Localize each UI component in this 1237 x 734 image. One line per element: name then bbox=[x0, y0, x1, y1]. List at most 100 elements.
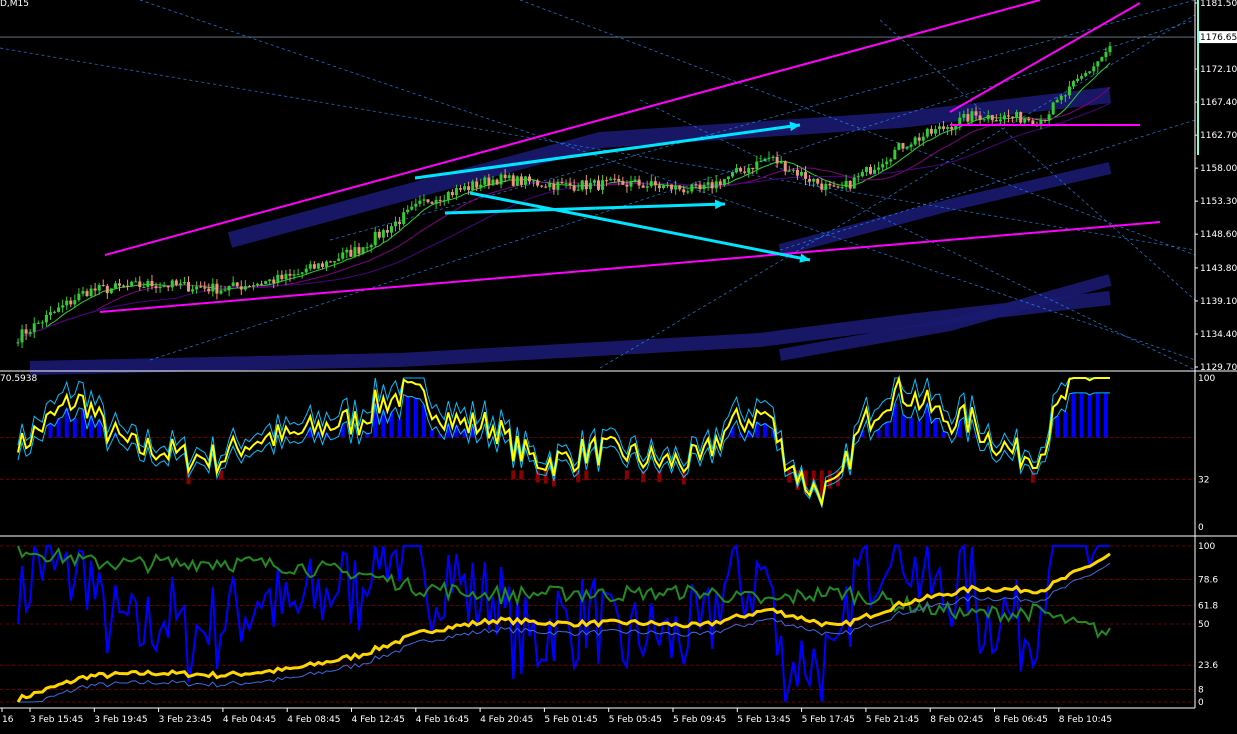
candle-body bbox=[280, 274, 284, 280]
candle-body bbox=[458, 188, 462, 190]
candle-body bbox=[268, 279, 272, 282]
candle-body bbox=[495, 179, 499, 185]
osc-hist-bar bbox=[1087, 394, 1092, 438]
candle-body bbox=[65, 300, 69, 306]
candle-body bbox=[450, 192, 454, 196]
candle-body bbox=[272, 279, 276, 284]
price-axis-label: 1158.00 bbox=[1200, 164, 1237, 174]
osc-hist-bar bbox=[48, 423, 53, 438]
candle-body bbox=[207, 288, 211, 292]
candle-body bbox=[613, 178, 617, 180]
candle-body bbox=[597, 180, 601, 190]
candle-body bbox=[186, 281, 190, 292]
osc-hist-bar bbox=[1079, 392, 1084, 438]
candle-body bbox=[698, 184, 702, 190]
osc-hist-bar bbox=[413, 398, 418, 438]
candle-body bbox=[1002, 115, 1006, 120]
candle-body bbox=[247, 286, 251, 288]
candle-body bbox=[381, 230, 385, 238]
candle-body bbox=[398, 221, 402, 224]
symbol-label: D,M15 bbox=[0, 0, 30, 9]
candle-body bbox=[105, 285, 109, 294]
candle-body bbox=[36, 322, 40, 324]
osc-envelope-line bbox=[17, 391, 1110, 509]
candle-body bbox=[783, 161, 787, 172]
price-axis-label: 1172.10 bbox=[1200, 65, 1237, 75]
candle-body bbox=[609, 178, 613, 181]
candle-body bbox=[325, 261, 329, 267]
candle-body bbox=[864, 167, 868, 172]
candle-body bbox=[824, 183, 828, 190]
price-axis-label: 1148.60 bbox=[1200, 230, 1237, 240]
candle-body bbox=[515, 176, 519, 186]
candle-body bbox=[146, 280, 150, 288]
candle-body bbox=[779, 161, 783, 164]
candle-body bbox=[901, 143, 905, 149]
candle-body bbox=[885, 161, 889, 165]
osc-hist-bar bbox=[917, 420, 922, 438]
candle-body bbox=[235, 282, 239, 287]
candle-body bbox=[759, 161, 763, 163]
candle-body bbox=[568, 183, 572, 186]
candle-body bbox=[576, 189, 580, 191]
candle-body bbox=[726, 176, 730, 180]
osc-hist-bar bbox=[933, 418, 938, 438]
osc-hist-bar bbox=[405, 396, 410, 438]
osc-hist-bar bbox=[1095, 392, 1100, 438]
candle-body bbox=[739, 168, 743, 172]
candle-body bbox=[718, 181, 722, 186]
candle-body bbox=[503, 174, 507, 179]
osc-axis-label: 32 bbox=[1198, 475, 1209, 485]
candle-body bbox=[442, 200, 446, 202]
osc-hist-bar bbox=[1071, 392, 1076, 438]
moving-average-line bbox=[17, 102, 1111, 343]
candle-body bbox=[666, 184, 670, 186]
osc-hist-bar bbox=[624, 470, 629, 479]
candle-body bbox=[942, 126, 946, 129]
candle-body bbox=[162, 285, 166, 287]
candle-body bbox=[320, 263, 324, 267]
oscillator-value-label: 70.5938 bbox=[0, 374, 38, 384]
candle-body bbox=[227, 286, 231, 291]
time-axis-label: 8 Feb 10:45 bbox=[1059, 715, 1112, 725]
candle-body bbox=[694, 184, 698, 186]
candle-body bbox=[365, 247, 369, 249]
time-axis-label: 5 Feb 17:45 bbox=[802, 715, 855, 725]
candle-body bbox=[223, 290, 227, 292]
candle-body bbox=[1047, 114, 1051, 121]
candle-body bbox=[20, 329, 24, 343]
candle-body bbox=[491, 179, 495, 186]
candle-body bbox=[434, 199, 438, 204]
candle-body bbox=[913, 137, 917, 145]
osc-envelope-line bbox=[17, 376, 1110, 507]
candle-body bbox=[28, 331, 32, 334]
candle-body bbox=[771, 156, 775, 158]
osc-hist-bar bbox=[72, 418, 77, 438]
candle-body bbox=[617, 179, 621, 182]
time-axis-label: 4 Feb 16:45 bbox=[416, 715, 469, 725]
price-axis-label: 1167.40 bbox=[1200, 98, 1237, 108]
candle-body bbox=[1080, 76, 1084, 79]
candle-body bbox=[126, 285, 130, 287]
chart-svg: 1181.50 1172.10 1167.40 1162.70 1158.00 1153.… bbox=[0, 0, 1237, 725]
candle-body bbox=[799, 171, 803, 176]
time-axis-label: 4 Feb 20:45 bbox=[480, 715, 533, 725]
candle-body bbox=[487, 177, 491, 186]
candle-body bbox=[946, 127, 950, 129]
candle-body bbox=[304, 268, 308, 273]
candle-body bbox=[552, 183, 556, 190]
candle-body bbox=[601, 180, 605, 190]
candle-body bbox=[1023, 119, 1027, 123]
candle-body bbox=[44, 314, 48, 323]
candle-body bbox=[929, 128, 933, 134]
candle-body bbox=[471, 181, 475, 191]
candle-body bbox=[422, 199, 426, 201]
candle-body bbox=[905, 146, 909, 149]
price-axis-label: 1181.50 bbox=[1200, 0, 1237, 9]
osc-hist-bar bbox=[909, 417, 914, 438]
candle-body bbox=[625, 184, 629, 187]
candle-body bbox=[1043, 119, 1047, 121]
osc-hist-bar bbox=[754, 421, 759, 438]
candle-body bbox=[73, 300, 77, 305]
arrow-line bbox=[444, 202, 726, 215]
